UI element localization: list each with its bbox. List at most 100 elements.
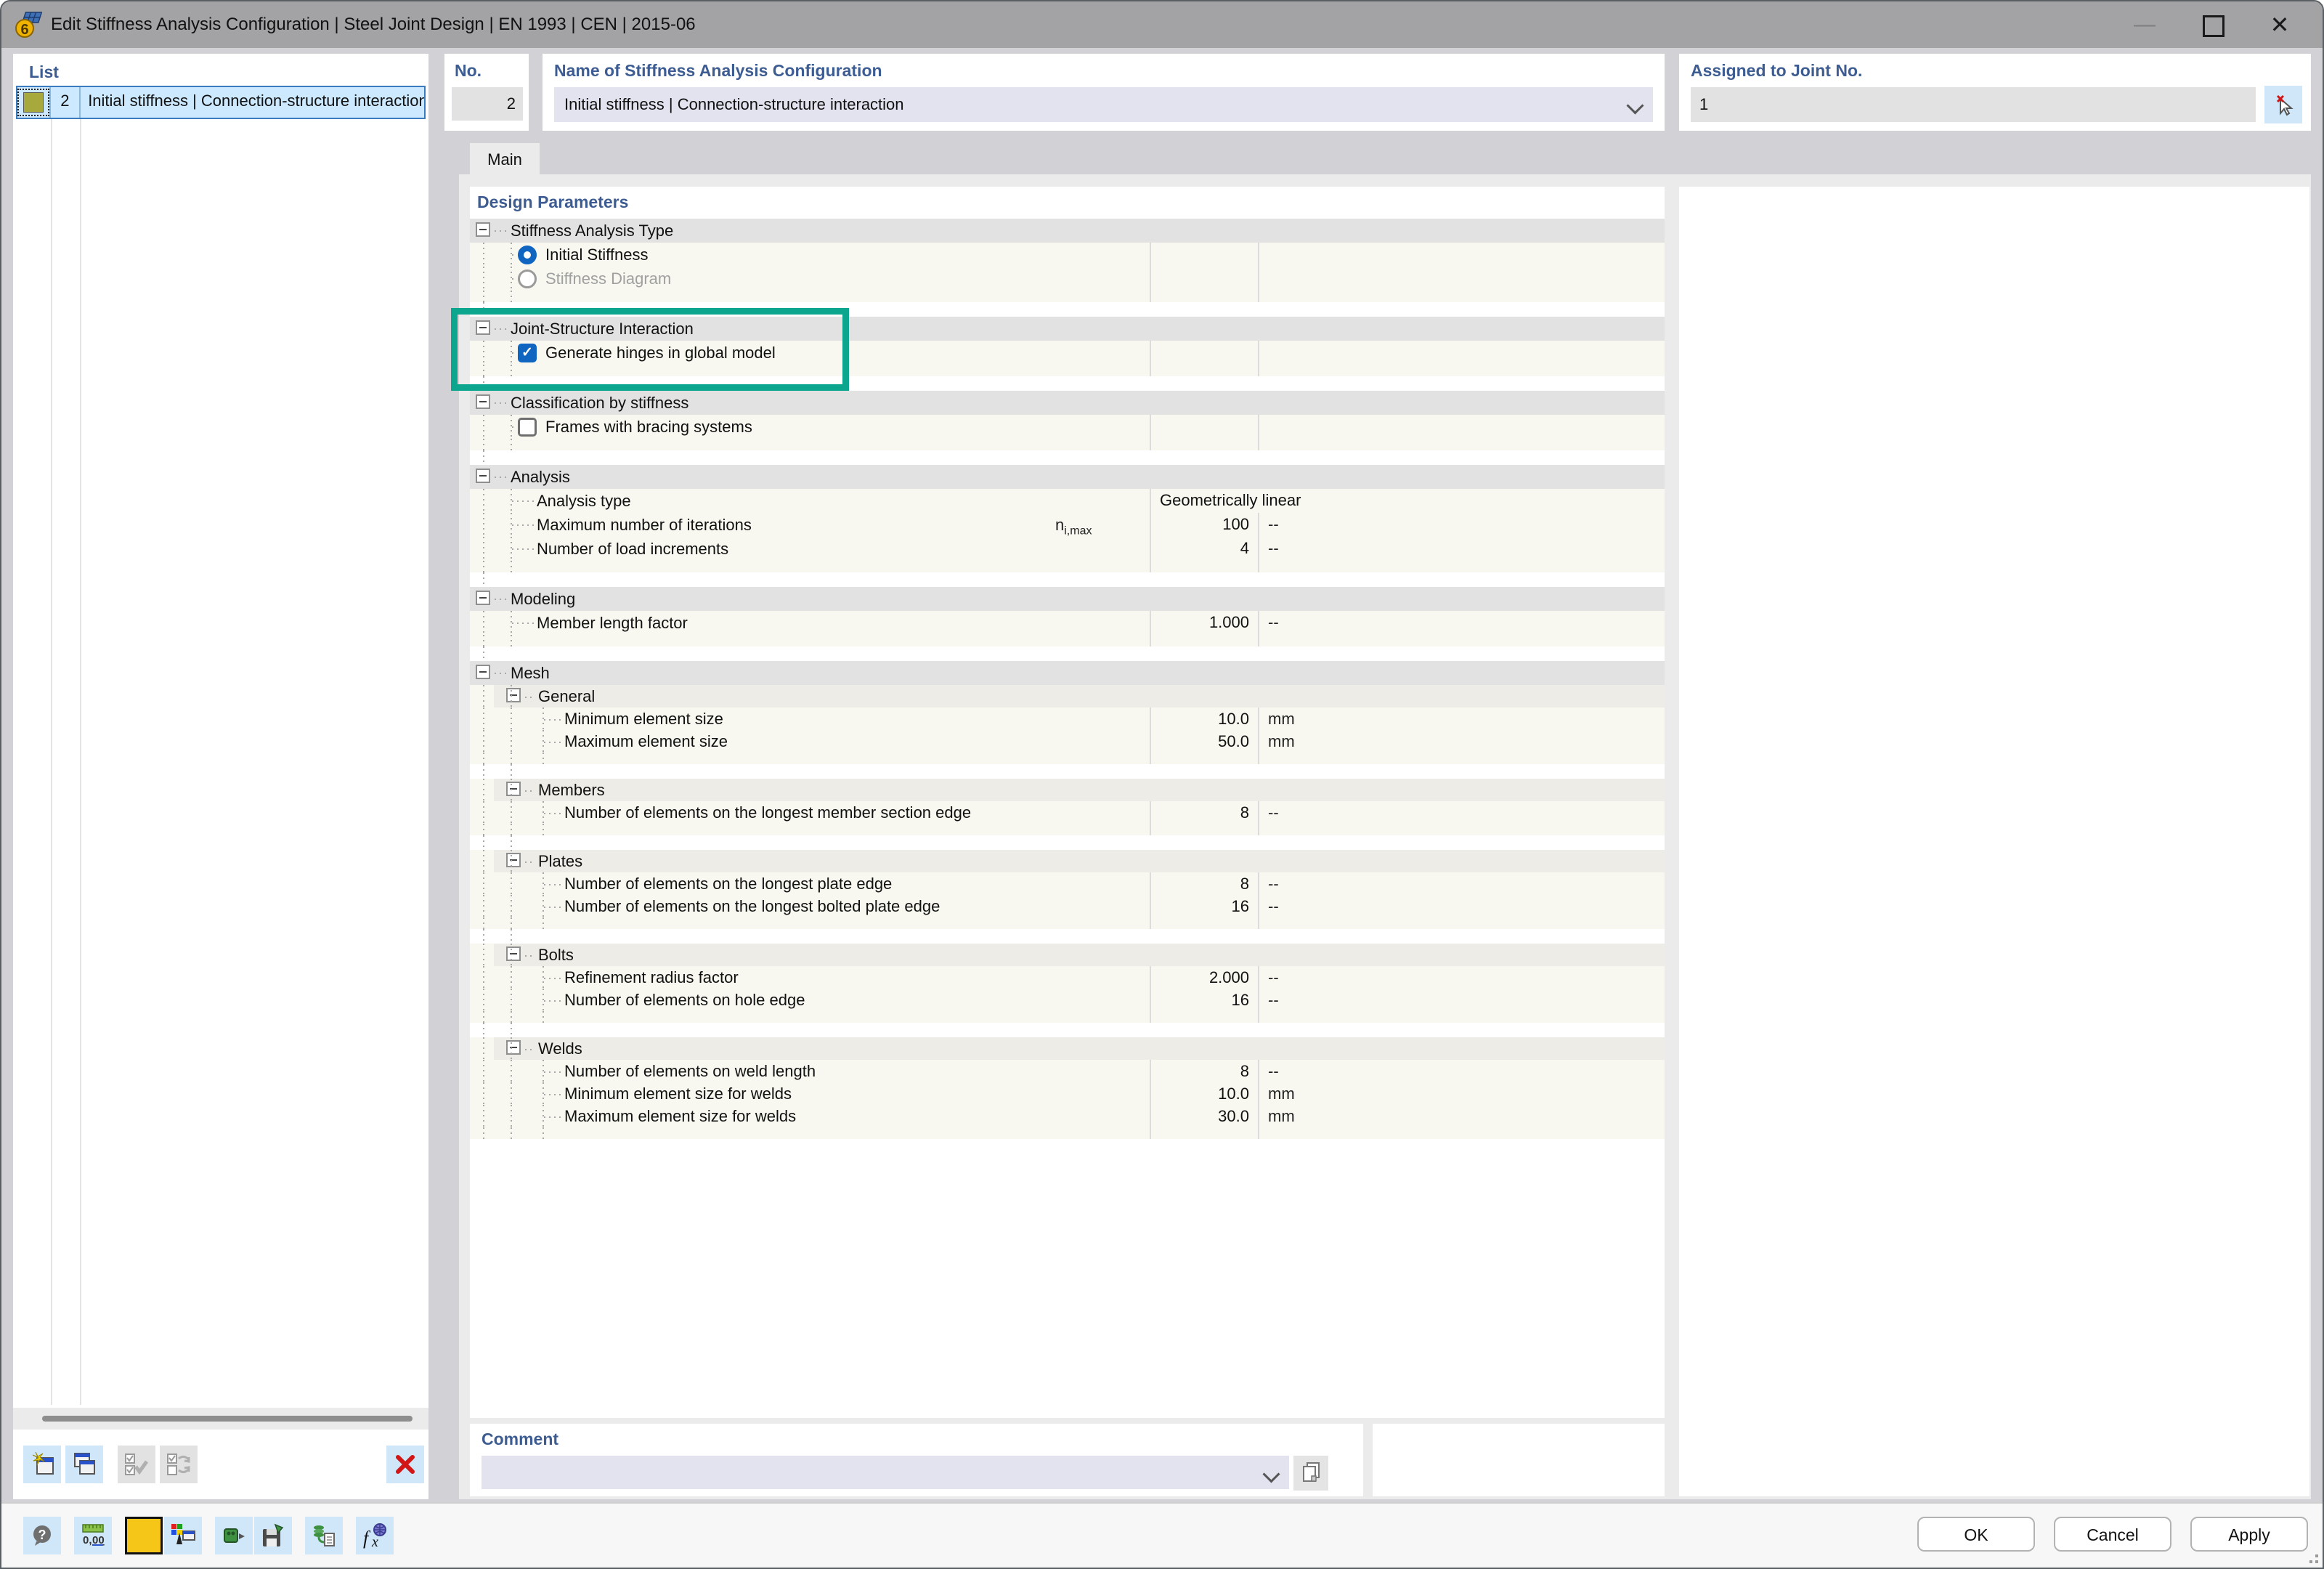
section-header-row[interactable]: Classification by stiffness xyxy=(470,391,1665,415)
apply-button[interactable]: Apply xyxy=(2190,1517,2308,1552)
apply-check-button[interactable] xyxy=(118,1446,155,1483)
collapse-icon[interactable] xyxy=(506,1040,521,1055)
tab-main[interactable]: Main xyxy=(470,143,540,175)
section-header-row[interactable]: Analysis xyxy=(470,465,1665,489)
param-value xyxy=(1150,243,1258,267)
tree-line xyxy=(511,966,512,989)
horizontal-scrollbar[interactable] xyxy=(13,1408,428,1430)
tree-line xyxy=(544,1094,561,1095)
row-label-cell: Minimum element size xyxy=(470,708,1150,731)
color-swatch-cell[interactable] xyxy=(17,89,49,116)
param-unit xyxy=(1258,439,1665,450)
section-header-row[interactable]: Bolts xyxy=(470,944,1665,966)
section-header-row[interactable]: Stiffness Analysis Type xyxy=(470,219,1665,243)
import-button[interactable] xyxy=(215,1517,253,1554)
param-label: Analysis type xyxy=(537,489,631,513)
collapse-icon[interactable] xyxy=(506,853,521,867)
tree-line xyxy=(511,895,512,917)
tree-line xyxy=(483,895,484,917)
tree-line xyxy=(483,1023,484,1037)
color-button[interactable] xyxy=(125,1517,163,1554)
collapse-icon[interactable] xyxy=(506,688,521,702)
list-item-selected[interactable]: 2 Initial stiffness | Connection-structu… xyxy=(16,86,426,119)
collapse-icon[interactable] xyxy=(506,782,521,796)
collapse-icon[interactable] xyxy=(476,320,490,335)
minimize-button[interactable]: — xyxy=(2112,1,2177,48)
param-value[interactable]: 4 xyxy=(1150,537,1258,561)
save-button[interactable] xyxy=(254,1517,292,1554)
units-button[interactable]: 0, 00 xyxy=(74,1517,112,1554)
param-value[interactable]: 2.000 xyxy=(1150,966,1258,989)
transfer-check-button[interactable] xyxy=(160,1446,198,1483)
row-label-cell: Maximum number of iterationsni,max xyxy=(470,513,1150,537)
maximize-button[interactable] xyxy=(2181,1,2246,48)
param-row: Number of elements on the longest member… xyxy=(470,801,1665,824)
name-select[interactable]: Initial stiffness | Connection-structure… xyxy=(554,87,1653,122)
tree-line xyxy=(544,1000,561,1002)
section-header-row[interactable]: Members xyxy=(470,779,1665,801)
collapse-icon[interactable] xyxy=(476,394,490,409)
checkbox[interactable]: ✓ xyxy=(518,344,537,362)
tree-line xyxy=(483,1060,484,1082)
ok-button[interactable]: OK xyxy=(1917,1517,2035,1552)
param-value[interactable]: 16 xyxy=(1150,989,1258,1012)
delete-config-button[interactable] xyxy=(386,1446,424,1483)
param-value[interactable]: 1.000 xyxy=(1150,611,1258,635)
close-button[interactable]: ✕ xyxy=(2247,1,2312,48)
param-value[interactable]: Geometrically linear xyxy=(1150,489,1665,513)
section-header-row[interactable]: Welds xyxy=(470,1037,1665,1060)
section-header-row[interactable]: Plates xyxy=(470,850,1665,872)
param-unit: -- xyxy=(1258,801,1665,824)
copy-comment-button[interactable] xyxy=(1293,1456,1328,1491)
display-options-button[interactable] xyxy=(164,1517,202,1554)
radio-button[interactable] xyxy=(518,246,537,264)
param-value[interactable]: 100 xyxy=(1150,513,1258,537)
tab-page: Design Parameters Stiffness Analysis Typ… xyxy=(459,174,2311,1499)
param-value[interactable]: 8 xyxy=(1150,1060,1258,1083)
dialog-window: 6 Edit Stiffness Analysis Configuration … xyxy=(0,0,2324,1569)
pages-icon xyxy=(1300,1461,1322,1485)
param-unit xyxy=(1258,824,1665,835)
tree-line xyxy=(483,801,484,824)
param-value[interactable]: 10.0 xyxy=(1150,708,1258,731)
param-value[interactable]: 50.0 xyxy=(1150,730,1258,753)
assigned-joint-input[interactable]: 1 xyxy=(1691,87,2256,122)
tree-line xyxy=(483,513,484,537)
cancel-button[interactable]: Cancel xyxy=(2054,1517,2171,1552)
pick-joint-button[interactable] xyxy=(2264,86,2302,123)
copy-to-list-button[interactable] xyxy=(305,1517,343,1554)
param-unit xyxy=(1258,635,1665,646)
tree-line xyxy=(543,753,544,764)
comment-select[interactable] xyxy=(482,1456,1289,1489)
tree-line xyxy=(511,1023,512,1037)
section-header-row[interactable]: General xyxy=(470,685,1665,708)
row-spacer xyxy=(470,291,1665,302)
collapse-icon[interactable] xyxy=(476,222,490,237)
help-button[interactable]: ? xyxy=(23,1517,61,1554)
comment-label: Comment xyxy=(482,1430,558,1449)
collapse-icon[interactable] xyxy=(476,469,490,483)
scrollbar-thumb[interactable] xyxy=(42,1416,413,1422)
param-value[interactable]: 8 xyxy=(1150,801,1258,824)
collapse-icon[interactable] xyxy=(476,665,490,679)
collapse-icon[interactable] xyxy=(506,946,521,961)
param-value[interactable]: 30.0 xyxy=(1150,1105,1258,1128)
param-value[interactable]: 10.0 xyxy=(1150,1082,1258,1106)
param-row: Number of elements on the longest bolted… xyxy=(470,895,1665,917)
formula-button[interactable]: f x xyxy=(356,1517,394,1554)
param-value[interactable]: 8 xyxy=(1150,872,1258,896)
new-config-button[interactable] xyxy=(23,1446,61,1483)
resize-grip[interactable] xyxy=(2304,1549,2318,1563)
tree-line xyxy=(544,813,561,814)
config-color-swatch xyxy=(23,92,44,113)
tree-line xyxy=(511,917,512,929)
row-spacer xyxy=(470,302,1665,317)
checkbox[interactable] xyxy=(518,418,537,437)
copy-config-button[interactable] xyxy=(65,1446,103,1483)
section-header-row[interactable]: Joint-Structure Interaction xyxy=(470,317,1665,341)
section-header-row[interactable]: Modeling xyxy=(470,587,1665,611)
collapse-icon[interactable] xyxy=(476,591,490,605)
param-value[interactable]: 16 xyxy=(1150,895,1258,918)
section-header-row[interactable]: Mesh xyxy=(470,661,1665,685)
row-label-cell: Analysis type xyxy=(470,489,1150,513)
